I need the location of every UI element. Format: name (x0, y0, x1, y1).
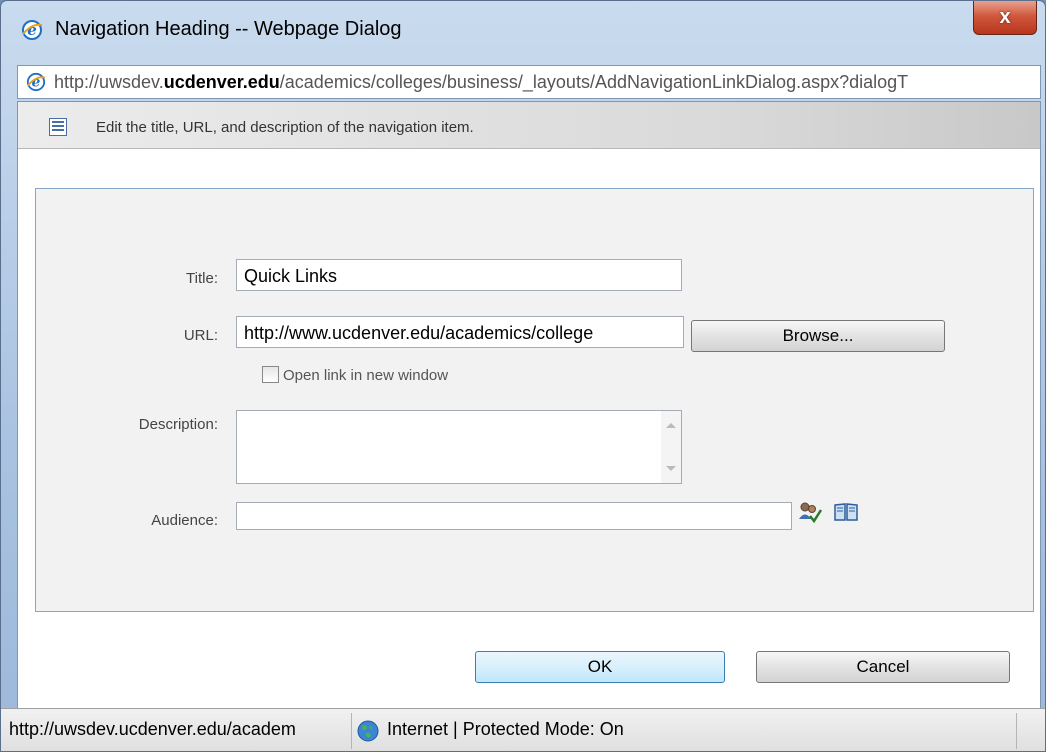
address-url: http://uwsdev.ucdenver.edu/academics/col… (54, 72, 908, 93)
window-title: Navigation Heading -- Webpage Dialog (55, 18, 402, 40)
address-path: /academics/colleges/business/_layouts/Ad… (279, 72, 909, 92)
title-input[interactable]: Quick Links (236, 259, 682, 291)
close-button[interactable]: x (973, 1, 1037, 35)
dialog-window: e Navigation Heading -- Webpage Dialog x… (0, 0, 1046, 752)
status-bar: http://uwsdev.ucdenver.edu/academ Intern… (1, 708, 1045, 751)
audience-input[interactable] (236, 502, 792, 530)
audience-label: Audience: (151, 512, 218, 529)
open-new-window-checkbox[interactable] (262, 366, 279, 383)
form-panel (35, 188, 1034, 612)
title-bar[interactable]: e Navigation Heading -- Webpage Dialog x (1, 1, 1045, 57)
title-label: Title: (186, 270, 218, 287)
resize-grip[interactable] (1016, 713, 1045, 749)
address-book-icon[interactable] (833, 502, 859, 522)
info-text: Edit the title, URL, and description of … (96, 119, 474, 136)
svg-text:e: e (27, 21, 37, 39)
status-divider (351, 713, 352, 749)
status-zone: Internet | Protected Mode: On (387, 719, 624, 739)
scroll-down-icon[interactable] (666, 466, 676, 471)
address-domain: ucdenver.edu (163, 72, 280, 92)
globe-icon (357, 720, 379, 742)
url-input[interactable]: http://www.ucdenver.edu/academics/colleg… (236, 316, 684, 348)
list-icon (49, 118, 67, 136)
browse-button[interactable]: Browse... (691, 320, 945, 352)
people-check-icon[interactable] (798, 501, 822, 523)
description-scrollbar[interactable] (661, 411, 681, 483)
ok-button[interactable]: OK (475, 651, 725, 683)
info-band: Edit the title, URL, and description of … (18, 102, 1040, 149)
status-url: http://uwsdev.ucdenver.edu/academ (9, 719, 296, 739)
dialog-content: Edit the title, URL, and description of … (17, 101, 1041, 711)
description-textarea[interactable] (236, 410, 682, 484)
url-label: URL: (183, 327, 218, 344)
internet-explorer-icon: e (22, 20, 43, 40)
description-label: Description: (138, 416, 218, 433)
open-new-window-label[interactable]: Open link in new window (283, 367, 448, 384)
internet-explorer-icon: e (26, 72, 46, 92)
close-icon: x (999, 6, 1011, 28)
scroll-up-icon[interactable] (666, 423, 676, 428)
address-prefix: http://uwsdev. (54, 72, 164, 92)
cancel-button[interactable]: Cancel (756, 651, 1010, 683)
address-bar: e http://uwsdev.ucdenver.edu/academics/c… (17, 65, 1041, 99)
